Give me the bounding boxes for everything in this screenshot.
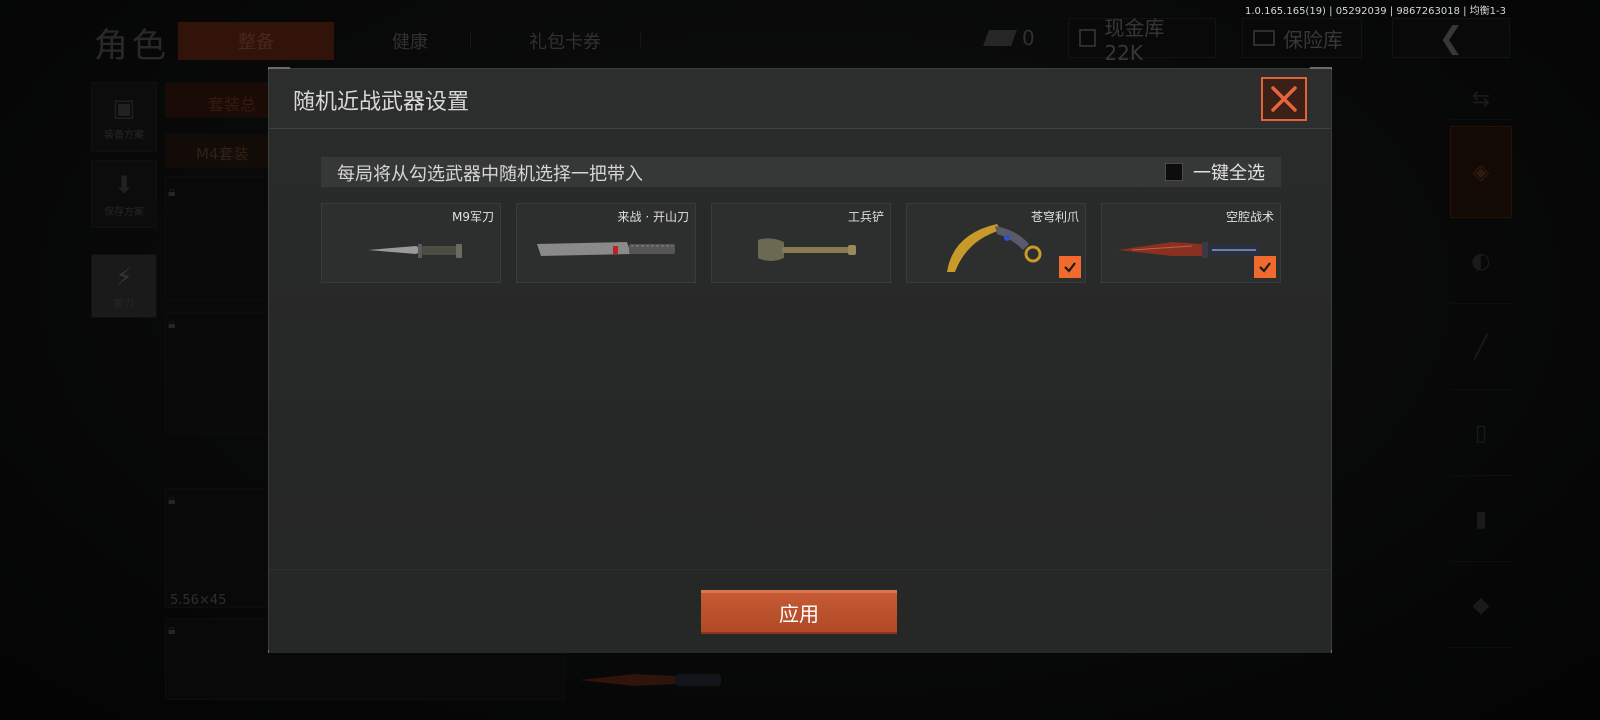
side-button-label: 保存方案 (104, 206, 144, 218)
tab-label: 礼包卡券 (529, 32, 601, 53)
armor-slot[interactable] (165, 312, 275, 434)
category-armor[interactable]: ◈ (1450, 126, 1512, 218)
safe-icon (1253, 30, 1275, 46)
side-button-label: 能力 (114, 298, 134, 310)
preset-label: M4套装 (196, 145, 249, 163)
currency-icon (983, 30, 1017, 46)
machete-icon (537, 242, 675, 256)
weapon-card-machete[interactable]: 来战 · 开山刀 (516, 203, 696, 283)
weapon-card-tactical[interactable]: 空腔战术 (1101, 203, 1281, 283)
random-melee-dialog: 随机近战武器设置 每局将从勾选武器中随机选择一把带入 一键全选 M9军刀 来战 (268, 67, 1332, 653)
page-title: 角色 (94, 26, 170, 66)
select-all-toggle[interactable]: 一键全选 (1165, 159, 1265, 185)
category-rifle[interactable]: ╱ (1450, 306, 1512, 390)
lock-icon: 🔒︎ (168, 184, 176, 200)
category-grenade[interactable]: ▮ (1450, 478, 1512, 562)
layers-icon: ◈ (1472, 159, 1490, 185)
safe-box-label: 保险库 (1283, 27, 1343, 52)
close-button[interactable] (1261, 77, 1307, 121)
weapon-slot[interactable] (165, 488, 275, 608)
safe-box-button[interactable]: 保险库 (1242, 18, 1362, 58)
side-button-label: 装备方案 (104, 129, 144, 141)
category-helmet[interactable]: ◐ (1450, 220, 1512, 304)
download-icon: ⬇ (113, 170, 135, 199)
apply-button[interactable]: 应用 (701, 590, 897, 634)
cash-vault-button[interactable]: 现金库 22K (1068, 16, 1216, 65)
weapon-name: 空腔战术 (1225, 210, 1274, 224)
cash-vault-label: 现金库 22K (1104, 15, 1165, 65)
equipment-category-bar: ⇆ ◈ ◐ ╱ ▯ ▮ ◆ (1450, 80, 1512, 700)
dialog-footer: 应用 (269, 569, 1331, 653)
tab-health[interactable]: 健康 (350, 22, 471, 60)
preset-header: M4套装 (165, 134, 275, 168)
save-plan-button[interactable]: ⬇ 保存方案 (91, 160, 157, 228)
tab-label: 健康 (392, 32, 428, 53)
info-bar: 每局将从勾选武器中随机选择一把带入 一键全选 (321, 157, 1281, 187)
select-all-label: 一键全选 (1193, 163, 1265, 184)
info-text: 每局将从勾选武器中随机选择一把带入 (337, 164, 643, 185)
loadout-plan-button[interactable]: ▣ 装备方案 (91, 82, 157, 152)
helmet-slot[interactable] (165, 176, 275, 300)
select-all-checkbox[interactable] (1165, 163, 1183, 181)
tactical-knife-icon (1118, 242, 1260, 258)
close-icon (1271, 86, 1297, 112)
lock-icon: 🔒︎ (168, 622, 176, 638)
weapon-name: M9军刀 (452, 210, 494, 224)
weapon-checkbox[interactable] (1254, 256, 1276, 278)
lock-icon: 🔒︎ (168, 316, 176, 332)
checkmark-icon (1064, 262, 1076, 273)
currency-value: 0 (1022, 26, 1035, 50)
vault-icon (1079, 29, 1097, 47)
currency-display: 0 (983, 18, 1035, 58)
category-switch-icon[interactable]: ⇆ (1450, 80, 1512, 120)
weapon-name: 苍穹利爪 (1030, 210, 1079, 224)
loadout-header: 套装总 (165, 82, 275, 118)
ability-button[interactable]: ⚡ 能力 (91, 254, 157, 318)
loadout-label: 套装总 (208, 95, 257, 114)
backpack-icon: ▣ (112, 93, 136, 122)
lightning-icon: ⚡ (115, 262, 133, 291)
helmet-icon: ◐ (1471, 249, 1491, 274)
magazine-icon: ▯ (1474, 421, 1488, 446)
tab-gift-vouchers[interactable]: 礼包卡券 (490, 22, 641, 60)
tab-label: 整备 (238, 32, 274, 53)
back-button[interactable]: ❮ (1392, 18, 1510, 58)
checkmark-icon (1259, 262, 1271, 273)
grenade-icon: ▮ (1474, 507, 1488, 532)
ammo-label: 5.56×45 (170, 593, 227, 608)
weapon-card-m9[interactable]: M9军刀 (321, 203, 501, 283)
weapon-name: 工兵铲 (847, 210, 884, 224)
weapon-name: 来战 · 开山刀 (617, 210, 689, 224)
weapon-checkbox[interactable] (1059, 256, 1081, 278)
category-knife[interactable]: ◆ (1450, 564, 1512, 648)
weapon-list: M9军刀 来战 · 开山刀 工兵铲 苍穹利爪 空腔战术 (321, 203, 1281, 283)
knife-icon: ◆ (1472, 593, 1490, 618)
version-text: 1.0.165.165(19) | 05292039 | 9867263018 … (1245, 6, 1506, 17)
dialog-title: 随机近战武器设置 (293, 90, 470, 115)
shovel-icon (758, 238, 856, 261)
combat-knife-icon (368, 244, 462, 258)
lock-icon: 🔒︎ (168, 492, 176, 508)
back-arrow-icon: ❮ (1438, 20, 1464, 56)
tactical-knife-icon (579, 674, 721, 686)
dialog-header: 随机近战武器设置 (269, 69, 1331, 129)
weapon-card-karambit[interactable]: 苍穹利爪 (906, 203, 1086, 283)
tab-equipment[interactable]: 整备 (178, 22, 334, 60)
karambit-icon (947, 224, 1042, 272)
weapon-card-shovel[interactable]: 工兵铲 (711, 203, 891, 283)
rifle-icon: ╱ (1474, 335, 1488, 360)
category-magazine[interactable]: ▯ (1450, 392, 1512, 476)
